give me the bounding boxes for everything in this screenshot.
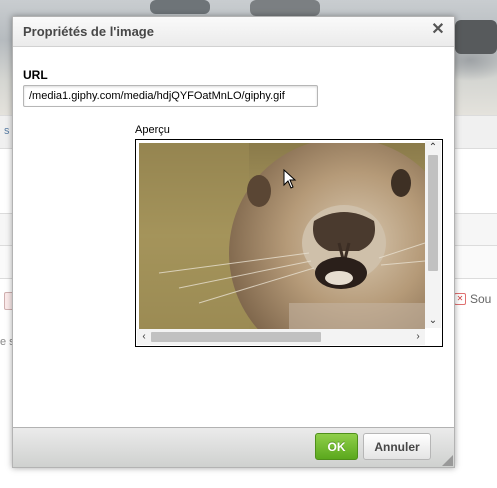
image-properties-dialog: Propriétés de l'image ✕ URL Aperçu (12, 16, 455, 468)
background-subscribe-label: Sou (470, 292, 492, 306)
url-input[interactable] (23, 85, 318, 107)
scroll-up-icon[interactable]: ⌃ (427, 142, 439, 154)
background-link[interactable]: s (4, 125, 10, 137)
preview-label: Aperçu (135, 124, 170, 136)
preview-image (139, 143, 425, 329)
scroll-left-icon[interactable]: ‹ (138, 331, 150, 343)
background-car (150, 0, 210, 14)
background-car (250, 0, 320, 16)
dialog-footer: OK Annuler (13, 427, 454, 467)
url-label: URL (23, 68, 48, 82)
close-icon[interactable]: ✕ (430, 22, 446, 38)
scroll-thumb[interactable] (151, 332, 321, 342)
resize-handle-icon[interactable] (442, 455, 453, 466)
vertical-scrollbar[interactable]: ⌃ ⌄ (425, 141, 441, 328)
scroll-down-icon[interactable]: ⌄ (427, 315, 439, 327)
scroll-thumb[interactable] (428, 155, 438, 271)
horizontal-scrollbar[interactable]: ‹ › (137, 329, 425, 345)
background-subscribe-button[interactable]: ✕ Sou (454, 292, 491, 306)
cancel-button[interactable]: Annuler (363, 433, 431, 460)
subscribe-icon: ✕ (454, 293, 466, 305)
prairie-dog-image (139, 143, 425, 329)
ok-button[interactable]: OK (315, 433, 358, 460)
dialog-header[interactable]: Propriétés de l'image ✕ (13, 17, 454, 47)
scroll-right-icon[interactable]: › (412, 331, 424, 343)
background-car (455, 20, 497, 54)
mouse-pointer-icon (283, 169, 297, 189)
dialog-title: Propriétés de l'image (23, 24, 154, 39)
